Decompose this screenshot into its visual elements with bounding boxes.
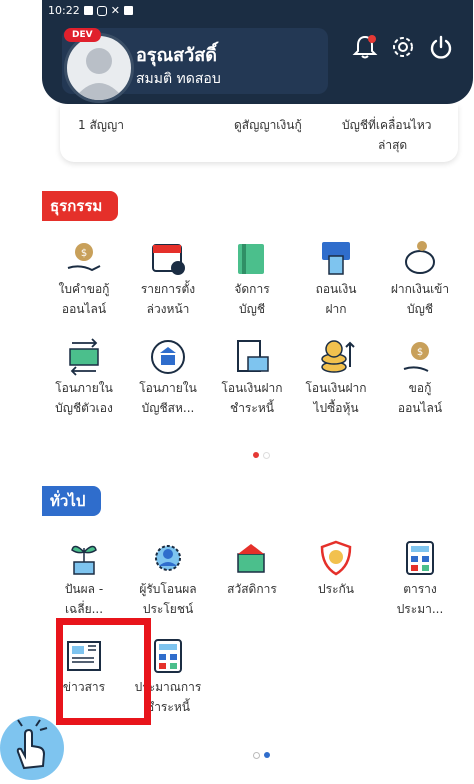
deposit-pay-icon bbox=[232, 337, 272, 377]
menu-item-label: ขอกู้ bbox=[408, 381, 432, 395]
menu-item-calendar[interactable]: รายการตั้งล่วงหน้า bbox=[126, 238, 210, 318]
menu-item-label: ปันผล - bbox=[64, 582, 104, 596]
menu-item-label: รายการตั้ง bbox=[140, 282, 196, 296]
atm-withdraw-icon bbox=[316, 238, 356, 278]
menu-item-label: ประโยชน์ bbox=[142, 602, 194, 616]
menu-item-label: สวัสดิการ bbox=[227, 582, 277, 596]
page-indicator-2 bbox=[253, 752, 270, 759]
menu-item-welfare[interactable]: สวัสดิการ bbox=[210, 538, 294, 598]
buy-shares-icon bbox=[316, 337, 356, 377]
menu-item-calculator[interactable]: ตารางประมา... bbox=[378, 538, 462, 618]
menu-item-label: ฝากเงินเข้า bbox=[390, 282, 450, 296]
summary-card: 1 สัญญา ดูสัญญาเงินกู้ บัญชีที่เคลื่อนไห… bbox=[60, 104, 458, 162]
menu-item-label: ออนไลน์ bbox=[61, 302, 107, 316]
loan-request-icon: $ bbox=[64, 238, 104, 278]
svg-text:$: $ bbox=[417, 347, 423, 358]
bell-icon[interactable] bbox=[352, 34, 378, 60]
transfer-own-icon bbox=[64, 337, 104, 377]
recent-accounts-link-2[interactable]: ล่าสุด bbox=[378, 136, 407, 155]
section-transactions-title: ธุรกรรม bbox=[42, 191, 119, 221]
menu-item-label: บัญชีตัวเอง bbox=[55, 401, 113, 415]
menu-item-label: ตาราง bbox=[403, 582, 437, 596]
beneficiary-icon bbox=[148, 538, 188, 578]
debt-calculator-icon bbox=[148, 636, 188, 676]
menu-item-label: จัดการ bbox=[234, 282, 270, 296]
menu-item-deposit-pay[interactable]: โอนเงินฝากชำระหนี้ bbox=[210, 337, 294, 417]
status-time: 10:22 bbox=[48, 4, 80, 17]
page-dot bbox=[253, 752, 260, 759]
menu-item-insurance-shield[interactable]: ประกัน bbox=[294, 538, 378, 598]
notification-icon bbox=[83, 6, 93, 15]
contract-count: 1 สัญญา bbox=[78, 118, 124, 132]
x-icon: ✕ bbox=[110, 4, 120, 17]
menu-item-passbook[interactable]: จัดการบัญชี bbox=[210, 238, 294, 318]
svg-text:$: $ bbox=[81, 248, 87, 259]
menu-item-label: ออนไลน์ bbox=[397, 401, 443, 415]
menu-item-label: บัญชี bbox=[239, 302, 265, 316]
menu-item-label: ใบคำขอกู้ bbox=[58, 282, 110, 296]
menu-item-label: เฉลี่ย... bbox=[64, 602, 104, 616]
menu-item-label: บัญชีสห... bbox=[141, 401, 195, 415]
tap-hand-icon bbox=[0, 716, 64, 780]
menu-item-label: ชำระหนี้ bbox=[230, 401, 274, 415]
menu-item-online-loan[interactable]: $ ขอกู้ออนไลน์ bbox=[378, 337, 462, 417]
piggy-bank-icon bbox=[400, 238, 440, 278]
section-general-title: ทั่วไป bbox=[42, 486, 102, 516]
user-greeting: อรุณสวัสดิ์ bbox=[136, 45, 217, 66]
menu-item-bank-transfer[interactable]: โอนภายในบัญชีสห... bbox=[126, 337, 210, 417]
menu-item-label: บัญชี bbox=[407, 302, 433, 316]
insurance-shield-icon bbox=[316, 538, 356, 578]
header-bar: 10:22 ✕ DEV อรุณสวัสดิ์ สมมติ ทดสอบ bbox=[42, 0, 473, 104]
menu-item-label: ประกัน bbox=[318, 582, 354, 596]
passbook-icon bbox=[232, 238, 272, 278]
calendar-icon bbox=[148, 238, 188, 278]
menu-item-label: โอนเงินฝาก bbox=[221, 381, 283, 395]
highlight-box bbox=[56, 618, 151, 725]
status-bar: 10:22 ✕ bbox=[48, 4, 133, 17]
dividend-plant-icon bbox=[64, 538, 104, 578]
user-name: สมมติ ทดสอบ bbox=[136, 71, 221, 87]
recent-accounts-link[interactable]: บัญชีที่เคลื่อนไหว bbox=[342, 116, 431, 135]
calculator-icon bbox=[400, 538, 440, 578]
menu-item-piggy-bank[interactable]: ฝากเงินเข้าบัญชี bbox=[378, 238, 462, 318]
page-dot bbox=[263, 452, 270, 459]
page-dot-active bbox=[264, 752, 270, 758]
menu-item-label: โอนภายใน bbox=[55, 381, 113, 395]
online-loan-icon: $ bbox=[400, 337, 440, 377]
menu-item-label: ถอนเงิน bbox=[315, 282, 357, 296]
menu-item-transfer-own[interactable]: โอนภายในบัญชีตัวเอง bbox=[42, 337, 126, 417]
menu-item-label: ฝาก bbox=[325, 302, 347, 316]
page-indicator-1 bbox=[253, 452, 270, 459]
menu-item-label: โอนเงินฝาก bbox=[305, 381, 367, 395]
menu-item-label: ล่วงหน้า bbox=[146, 302, 190, 316]
menu-item-label: โอนภายใน bbox=[139, 381, 197, 395]
welfare-icon bbox=[232, 538, 272, 578]
menu-item-loan-request[interactable]: $ ใบคำขอกู้ออนไลน์ bbox=[42, 238, 126, 318]
menu-item-label: ผู้รับโอนผล bbox=[139, 582, 197, 596]
instagram-icon bbox=[96, 5, 107, 16]
page-dot-active bbox=[253, 452, 259, 458]
menu-item-beneficiary[interactable]: ผู้รับโอนผลประโยชน์ bbox=[126, 538, 210, 618]
app-icon bbox=[123, 6, 133, 15]
menu-item-label: ประมา... bbox=[396, 602, 444, 616]
gear-icon[interactable] bbox=[390, 34, 416, 60]
power-icon[interactable] bbox=[428, 34, 454, 60]
avatar[interactable] bbox=[64, 33, 134, 103]
view-loans-link[interactable]: ดูสัญญาเงินกู้ bbox=[234, 116, 302, 135]
menu-item-label: ไปซื้อหุ้น bbox=[313, 401, 359, 415]
menu-item-atm-withdraw[interactable]: ถอนเงินฝาก bbox=[294, 238, 378, 318]
bank-transfer-icon bbox=[148, 337, 188, 377]
dev-badge: DEV bbox=[64, 28, 101, 42]
menu-item-buy-shares[interactable]: โอนเงินฝากไปซื้อหุ้น bbox=[294, 337, 378, 417]
menu-item-dividend-plant[interactable]: ปันผล - เฉลี่ย... bbox=[42, 538, 126, 618]
